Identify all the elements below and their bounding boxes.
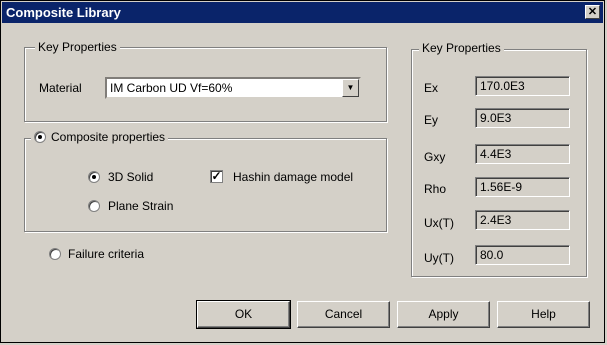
material-label: Material <box>39 81 82 95</box>
plane-strain-label[interactable]: Plane Strain <box>108 199 173 213</box>
window-title: Composite Library <box>6 5 121 20</box>
prop-value-uy: 80.0 <box>475 245 570 265</box>
plane-strain-radio[interactable] <box>88 200 100 212</box>
hashin-label[interactable]: Hashin damage model <box>233 170 353 184</box>
hashin-checkbox[interactable]: ✓ <box>210 170 223 183</box>
help-button[interactable]: Help <box>497 301 590 328</box>
prop-label-ux: Ux(T) <box>424 216 454 230</box>
3d-solid-label[interactable]: 3D Solid <box>108 170 153 184</box>
prop-value-ey: 9.0E3 <box>475 108 570 128</box>
close-icon[interactable]: ✕ <box>585 5 600 19</box>
title-bar[interactable]: Composite Library ✕ <box>2 2 603 23</box>
material-group-legend: Key Properties <box>35 40 120 54</box>
ok-button[interactable]: OK <box>196 300 291 329</box>
prop-value-gxy: 4.4E3 <box>475 144 570 164</box>
apply-button[interactable]: Apply <box>397 301 490 328</box>
failure-criteria-radio[interactable] <box>49 248 61 260</box>
prop-value-ex: 170.0E3 <box>475 76 570 96</box>
prop-label-rho: Rho <box>424 182 447 196</box>
material-select[interactable]: IM Carbon UD Vf=60% ▼ <box>105 77 361 99</box>
prop-value-ux: 2.4E3 <box>475 210 570 230</box>
prop-label-uy: Uy(T) <box>424 251 454 265</box>
composite-group <box>24 138 387 232</box>
material-select-value: IM Carbon UD Vf=60% <box>110 81 233 95</box>
composite-group-legend[interactable]: Composite properties <box>31 130 169 144</box>
cancel-button[interactable]: Cancel <box>297 301 390 328</box>
prop-value-rho: 1.56E-9 <box>475 177 570 197</box>
failure-criteria-label[interactable]: Failure criteria <box>68 247 144 261</box>
3d-solid-radio[interactable] <box>88 171 100 183</box>
chevron-down-icon[interactable]: ▼ <box>342 79 359 97</box>
properties-group-legend: Key Properties <box>419 41 504 55</box>
prop-label-ex: Ex <box>424 81 439 95</box>
prop-label-ey: Ey <box>424 113 439 127</box>
composite-properties-label[interactable]: Composite properties <box>51 130 165 144</box>
composite-library-dialog: Composite Library ✕ Key Properties Mater… <box>0 0 605 343</box>
prop-label-gxy: Gxy <box>424 150 446 164</box>
composite-properties-radio[interactable] <box>34 131 46 143</box>
